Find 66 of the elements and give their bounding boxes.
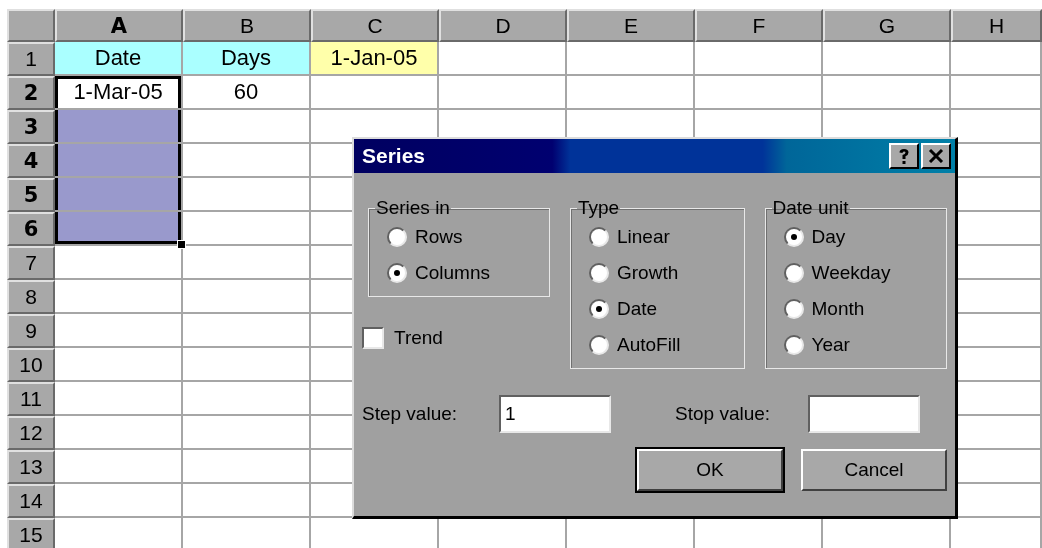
column-header[interactable]: C (311, 9, 439, 42)
radio-button[interactable] (589, 226, 609, 247)
row-header[interactable]: 13 (7, 450, 55, 484)
dialog-button[interactable]: Cancel (801, 449, 947, 491)
column-header[interactable]: D (439, 9, 567, 42)
row-header[interactable]: 4 (7, 144, 55, 178)
field-label: Step value: (362, 403, 458, 425)
help-button[interactable] (889, 143, 919, 169)
radio-button[interactable] (783, 262, 804, 283)
trend-checkbox[interactable] (362, 327, 384, 349)
cell-text: Days (220, 45, 272, 71)
row-header[interactable]: 9 (7, 314, 55, 348)
radio-label[interactable]: Growth (617, 261, 679, 284)
group-label: Type (577, 197, 621, 219)
row-header[interactable]: 5 (7, 178, 55, 212)
radio-button[interactable] (783, 226, 804, 247)
fill-handle[interactable] (177, 240, 186, 249)
radio-button[interactable] (387, 262, 407, 283)
cell-text: 60 (233, 79, 259, 105)
checkbox-label[interactable]: Trend (394, 327, 443, 349)
radio-button[interactable] (589, 334, 609, 355)
radio-label[interactable]: Columns (415, 261, 490, 284)
row-header[interactable]: 14 (7, 484, 55, 518)
radio-button[interactable] (589, 262, 609, 283)
radio-label[interactable]: Weekday (811, 261, 891, 284)
radio-label[interactable]: Date (617, 297, 658, 320)
radio-label[interactable]: Day (811, 225, 846, 248)
radio-label[interactable]: Rows (415, 225, 463, 248)
dialog-button[interactable]: OK (637, 449, 783, 491)
row-header[interactable]: 8 (7, 280, 55, 314)
cell-text: 1-Jan-05 (330, 45, 418, 71)
radio-label[interactable]: Year (811, 333, 850, 356)
radio-button[interactable] (783, 334, 804, 355)
radio-button[interactable] (783, 298, 804, 319)
row-header[interactable]: 11 (7, 382, 55, 416)
group-label: Series in (375, 197, 451, 219)
group-label: Date unit (771, 197, 850, 219)
radio-label[interactable]: Month (811, 297, 865, 320)
row-header[interactable]: 7 (7, 246, 55, 280)
radio-label[interactable]: AutoFill (617, 333, 681, 356)
row-header[interactable]: 15 (7, 518, 55, 548)
close-icon (928, 149, 944, 163)
stop-value-field[interactable] (808, 395, 921, 433)
column-header[interactable]: B (183, 9, 311, 42)
step-value-field[interactable]: 1 (499, 395, 612, 433)
row-header[interactable]: 12 (7, 416, 55, 450)
row-header[interactable]: 10 (7, 348, 55, 382)
column-header[interactable]: A (55, 9, 183, 42)
radio-label[interactable]: Linear (617, 225, 670, 248)
radio-button[interactable] (589, 298, 609, 319)
column-header[interactable]: F (695, 9, 823, 42)
row-header[interactable]: 3 (7, 110, 55, 144)
dialog-title: Series (362, 144, 426, 168)
cell-text: 1-Mar-05 (73, 79, 163, 105)
question-mark-icon (898, 147, 910, 165)
cell-text: Date (94, 45, 142, 71)
field-label: Stop value: (675, 403, 771, 425)
close-button[interactable] (921, 143, 951, 169)
select-all-corner[interactable] (7, 9, 55, 42)
radio-button[interactable] (387, 226, 407, 247)
row-header[interactable]: 6 (7, 212, 55, 246)
row-header[interactable]: 1 (7, 42, 55, 76)
column-header[interactable]: G (823, 9, 951, 42)
row-header[interactable]: 2 (7, 76, 55, 110)
column-header[interactable]: H (951, 9, 1042, 42)
column-header[interactable]: E (567, 9, 695, 42)
